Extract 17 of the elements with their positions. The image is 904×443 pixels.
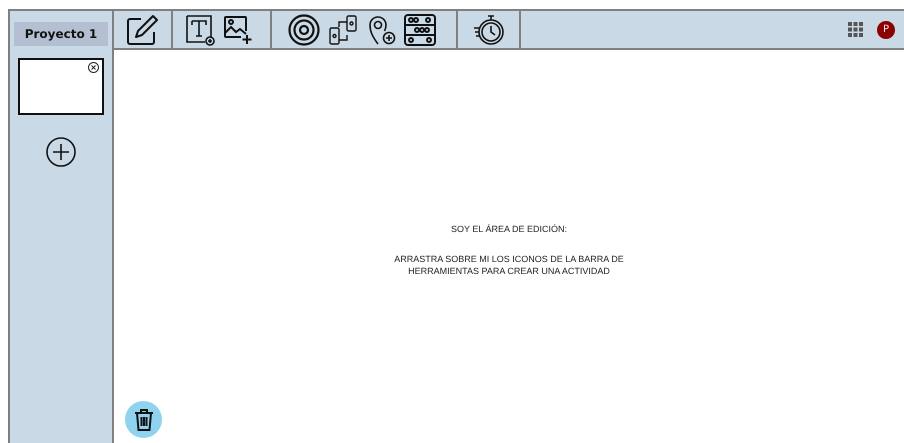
location-add-icon[interactable] [368, 14, 396, 46]
stopwatch-icon[interactable] [473, 14, 505, 46]
target-icon[interactable] [288, 14, 320, 46]
image-add-icon[interactable] [223, 14, 253, 44]
add-slide-icon[interactable] [46, 137, 76, 167]
text-add-icon[interactable] [185, 14, 215, 46]
slide-thumbnail[interactable] [18, 58, 104, 115]
editor-hint: ARRASTRA SOBRE MI LOS ICONOS DE LA BARRA DE HERRAMIENTAS PARA CREAR UNA ACTIVIDAD [393, 253, 625, 277]
delete-button[interactable] [125, 401, 162, 438]
user-avatar[interactable]: P [877, 20, 895, 38]
editor-heading: SOY EL ÁREA DE EDICIÓN: [450, 224, 568, 234]
edit-icon[interactable] [126, 14, 158, 46]
apps-grid-icon[interactable] [848, 22, 863, 37]
abacus-icon[interactable] [404, 14, 436, 46]
trash-icon [134, 408, 154, 430]
project-tab[interactable]: Proyecto 1 [14, 22, 108, 46]
close-icon[interactable] [88, 62, 99, 73]
